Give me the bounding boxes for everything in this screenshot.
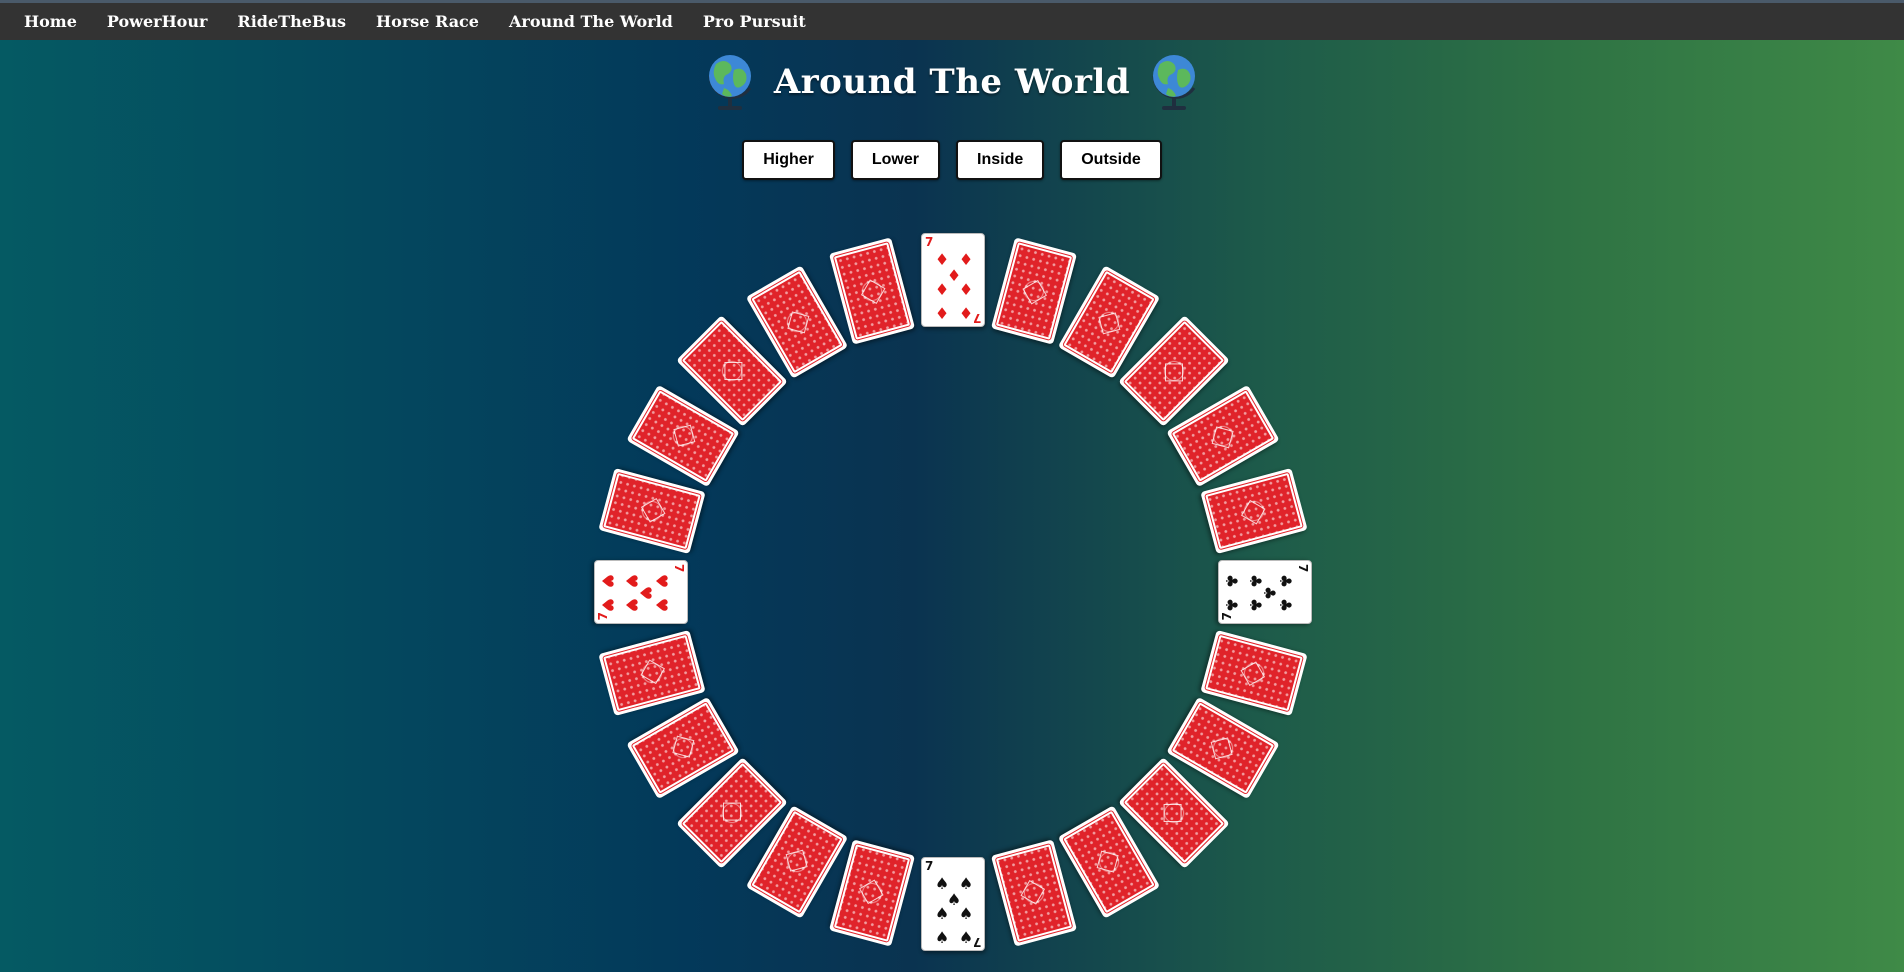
higher-button[interactable]: Higher xyxy=(742,140,835,180)
spades-icon: ♠ xyxy=(934,928,950,947)
card-rank: 7 xyxy=(925,859,934,873)
nav-pro-pursuit[interactable]: Pro Pursuit xyxy=(703,12,806,31)
inside-button[interactable]: Inside xyxy=(956,140,1045,180)
diamonds-icon: ♦ xyxy=(934,280,950,299)
hearts-icon: ♥ xyxy=(652,597,671,613)
lower-button[interactable]: Lower xyxy=(850,140,940,180)
hearts-icon: ♥ xyxy=(598,597,617,613)
hearts-icon: ♥ xyxy=(652,573,671,589)
clubs-icon: ♣ xyxy=(1246,597,1265,613)
face-up-card-spades[interactable]: 7 7 ♠ ♠ ♠ ♠ ♠ ♠ ♠ xyxy=(921,857,985,951)
face-up-card-hearts[interactable]: 7 7 ♥ ♥ ♥ ♥ ♥ ♥ ♥ xyxy=(594,560,688,624)
face-up-card-diamonds[interactable]: 7 7 ♦ ♦ ♦ ♦ ♦ ♦ ♦ xyxy=(921,233,985,327)
globe-icon xyxy=(1148,50,1200,114)
clubs-icon: ♣ xyxy=(1246,573,1265,589)
spades-icon: ♠ xyxy=(958,904,974,923)
card-back-pattern xyxy=(629,389,736,483)
card-rank: 7 xyxy=(1296,564,1310,573)
outside-button[interactable]: Outside xyxy=(1060,140,1162,180)
card-back-pattern xyxy=(601,472,703,551)
guess-button-row: Higher Lower Inside Outside xyxy=(0,140,1904,180)
face-down-card[interactable] xyxy=(597,629,706,716)
card-back-pattern xyxy=(832,240,912,341)
card-back-pattern xyxy=(994,240,1074,341)
globe-icon xyxy=(704,50,756,114)
nav-horse-race[interactable]: Horse Race xyxy=(376,12,479,31)
card-back-pattern xyxy=(749,269,845,375)
face-down-card[interactable] xyxy=(597,468,706,555)
face-down-card[interactable] xyxy=(829,839,916,948)
page-header: Around The World xyxy=(0,46,1904,118)
card-back-pattern xyxy=(1203,633,1305,712)
card-back-pattern xyxy=(832,843,912,944)
card-back-pattern xyxy=(994,843,1074,944)
clubs-icon: ♣ xyxy=(1276,597,1295,613)
face-down-card[interactable] xyxy=(990,236,1077,345)
face-down-card[interactable] xyxy=(1200,468,1309,555)
card-rank: 7 xyxy=(925,235,934,249)
clubs-icon: ♣ xyxy=(1222,597,1241,613)
clubs-icon: ♣ xyxy=(1222,573,1241,589)
hearts-icon: ♥ xyxy=(598,573,617,589)
card-back-pattern xyxy=(1061,809,1157,915)
top-nav-bar: Home PowerHour RideTheBus Horse Race Aro… xyxy=(0,0,1904,40)
face-down-card[interactable] xyxy=(990,839,1077,948)
diamonds-icon: ♦ xyxy=(958,280,974,299)
nav-around-the-world[interactable]: Around The World xyxy=(509,12,673,31)
card-back-pattern xyxy=(601,633,703,712)
face-down-card[interactable] xyxy=(1200,629,1309,716)
card-back-pattern xyxy=(1170,701,1277,795)
card-back-pattern xyxy=(1170,389,1277,483)
hearts-icon: ♥ xyxy=(622,597,641,613)
card-back-pattern xyxy=(1121,761,1226,864)
spades-icon: ♠ xyxy=(934,904,950,923)
diamonds-icon: ♦ xyxy=(958,304,974,323)
clubs-icon: ♣ xyxy=(1276,573,1295,589)
diamonds-icon: ♦ xyxy=(934,304,950,323)
card-back-pattern xyxy=(749,809,845,915)
spades-icon: ♠ xyxy=(958,928,974,947)
nav-home[interactable]: Home xyxy=(24,12,77,31)
face-down-card[interactable] xyxy=(829,236,916,345)
hearts-icon: ♥ xyxy=(622,573,641,589)
page-title: Around The World xyxy=(773,62,1131,102)
nav-powerhour[interactable]: PowerHour xyxy=(107,12,208,31)
card-rank: 7 xyxy=(672,564,686,573)
card-back-pattern xyxy=(1203,472,1305,551)
nav-ridethebus[interactable]: RideTheBus xyxy=(237,12,346,31)
face-up-card-clubs[interactable]: 7 7 ♣ ♣ ♣ ♣ ♣ ♣ ♣ xyxy=(1218,560,1312,624)
